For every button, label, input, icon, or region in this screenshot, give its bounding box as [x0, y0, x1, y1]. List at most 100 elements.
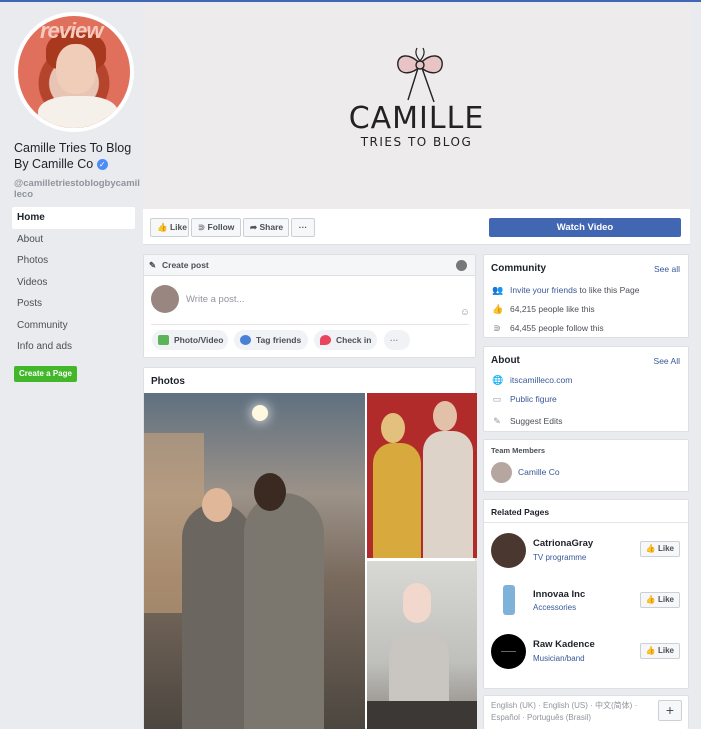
share-arrow-icon: ➦ [250, 222, 258, 232]
follow-button[interactable]: ⋑ Follow [191, 218, 241, 237]
category-link[interactable]: Public figure [510, 394, 557, 404]
more-actions-button[interactable]: ··· [291, 218, 315, 237]
more-post-options-button[interactable]: ··· [384, 330, 410, 350]
left-nav: Home About Photos Videos Posts Community… [12, 207, 135, 358]
related-page-avatar[interactable] [491, 583, 526, 618]
photo-man [182, 503, 252, 729]
tag-friends-label: Tag friends [256, 335, 302, 345]
page-handle[interactable]: @camilletriestoblogbycamilleco [14, 178, 140, 200]
thumbs-up-icon: 👍 [645, 646, 656, 655]
follow-label: Follow [207, 222, 235, 232]
related-page-category: Musician/band [533, 654, 585, 663]
related-pages-title: Related Pages [491, 507, 550, 517]
like-page-label: Like [169, 222, 187, 232]
share-button[interactable]: ➦ Share [243, 218, 289, 237]
nav-item-videos[interactable]: Videos [12, 272, 135, 294]
tag-friends-button[interactable]: Tag friends [234, 330, 308, 350]
related-page-like-button[interactable]: 👍 Like [640, 643, 680, 659]
globe-icon: 🌐 [492, 375, 504, 385]
related-page-like-label: Like [657, 595, 674, 604]
follows-count: 64,455 people follow this [510, 323, 604, 333]
related-page-category: Accessories [533, 603, 577, 612]
nav-item-about[interactable]: About [12, 229, 135, 251]
document-icon: ▭ [492, 394, 502, 404]
user-avatar [151, 285, 179, 313]
cover-logo-subtitle: TRIES TO BLOG [360, 135, 473, 149]
photos-title[interactable]: Photos [151, 376, 185, 387]
avatar-overlay-text: review [40, 18, 103, 43]
pencil-icon: ✎ [149, 260, 157, 270]
photo-light [252, 405, 268, 421]
emoji-icon[interactable]: ☺ [460, 307, 470, 318]
related-page-like-button[interactable]: 👍 Like [640, 541, 680, 557]
create-page-button[interactable]: Create a Page [14, 366, 77, 382]
community-see-all-link[interactable]: See all [654, 264, 680, 274]
photo-woman-head [381, 413, 405, 443]
thumbs-up-icon: 👍 [645, 544, 656, 553]
about-see-all-link[interactable]: See All [654, 356, 680, 366]
related-page-avatar[interactable] [491, 634, 526, 669]
team-members-card: Team Members Camille Co [483, 439, 689, 492]
nav-item-community[interactable]: Community [12, 315, 135, 337]
related-page-like-button[interactable]: 👍 Like [640, 592, 680, 608]
related-page-avatar[interactable] [491, 533, 526, 568]
language-line-2[interactable]: Español · Português (Brasil) [491, 712, 651, 724]
share-label: Share [259, 222, 284, 232]
related-page-like-label: Like [657, 646, 674, 655]
suggest-edits-row: ✎ Suggest Edits [492, 415, 562, 427]
follows-row: ⋑ 64,455 people follow this [492, 322, 604, 334]
community-title[interactable]: Community [491, 263, 546, 274]
verified-badge-icon: ✓ [96, 159, 108, 171]
divider [484, 522, 688, 523]
team-member-avatar[interactable] [491, 462, 512, 483]
likes-row: 👍 64,215 people like this [492, 303, 595, 315]
post-composer-input[interactable]: Write a post... [186, 294, 244, 305]
page-title[interactable]: Camille Tries To Blog By Camille Co ✓ [14, 140, 140, 172]
related-page-name[interactable]: CatrionaGray [533, 538, 593, 549]
team-members-title: Team Members [491, 446, 546, 455]
watch-video-button[interactable]: Watch Video [489, 218, 681, 237]
like-page-button[interactable]: 👍 Like [150, 218, 189, 237]
photo-table [367, 701, 477, 729]
suggest-edits-link[interactable]: Suggest Edits [510, 416, 562, 426]
profile-avatar[interactable]: review [14, 12, 134, 132]
category-row: ▭ Public figure [492, 393, 557, 405]
website-link[interactable]: itscamilleco.com [510, 375, 572, 385]
photo-couple[interactable] [144, 393, 365, 729]
post-as-avatar-icon[interactable] [456, 260, 467, 271]
team-member-name[interactable]: Camille Co [518, 467, 560, 477]
nav-item-photos[interactable]: Photos [12, 250, 135, 272]
photo-baby[interactable] [367, 561, 477, 729]
phone-image [503, 585, 515, 615]
thumbs-up-icon: 👍 [157, 222, 168, 232]
people-icon: 👥 [492, 285, 504, 295]
cover-logo-title: CAMILLE [348, 101, 485, 136]
add-language-button[interactable]: + [658, 700, 682, 721]
invite-friends-row: 👥 Invite your friends to like this Page [492, 284, 639, 296]
photo-woman [244, 493, 324, 729]
nav-item-posts[interactable]: Posts [12, 293, 135, 315]
language-line-1[interactable]: English (UK) · English (US) · 中文(简体) · [491, 700, 651, 712]
related-page-like-label: Like [657, 544, 674, 553]
photo-red-backdrop[interactable] [367, 393, 477, 558]
related-page-name[interactable]: Raw Kadence [533, 639, 595, 650]
about-title[interactable]: About [491, 355, 520, 366]
related-page-category: TV programme [533, 553, 587, 562]
invite-friends-link[interactable]: Invite your friends [510, 285, 577, 295]
related-page-name[interactable]: Innovaa Inc [533, 589, 585, 600]
photo-white-suit [423, 431, 473, 558]
photo-icon [158, 335, 169, 345]
page-name[interactable]: Camille Tries To Blog By Camille Co [14, 141, 131, 171]
cover-photo[interactable]: CAMILLE TRIES TO BLOG [143, 4, 690, 209]
tag-person-icon [240, 335, 251, 345]
rss-icon: ⋑ [493, 323, 501, 333]
nav-item-home[interactable]: Home [12, 207, 135, 229]
thumbs-up-icon: 👍 [645, 595, 656, 604]
pencil-icon: ✎ [493, 416, 501, 426]
check-in-label: Check in [336, 335, 372, 345]
photo-video-button[interactable]: Photo/Video [152, 330, 228, 350]
create-post-card: ✎ Create post Write a post... ☺ Photo/Vi… [143, 254, 476, 358]
photo-baby-figure [403, 583, 431, 623]
nav-item-info-and-ads[interactable]: Info and ads [12, 336, 135, 358]
check-in-button[interactable]: Check in [314, 330, 377, 350]
